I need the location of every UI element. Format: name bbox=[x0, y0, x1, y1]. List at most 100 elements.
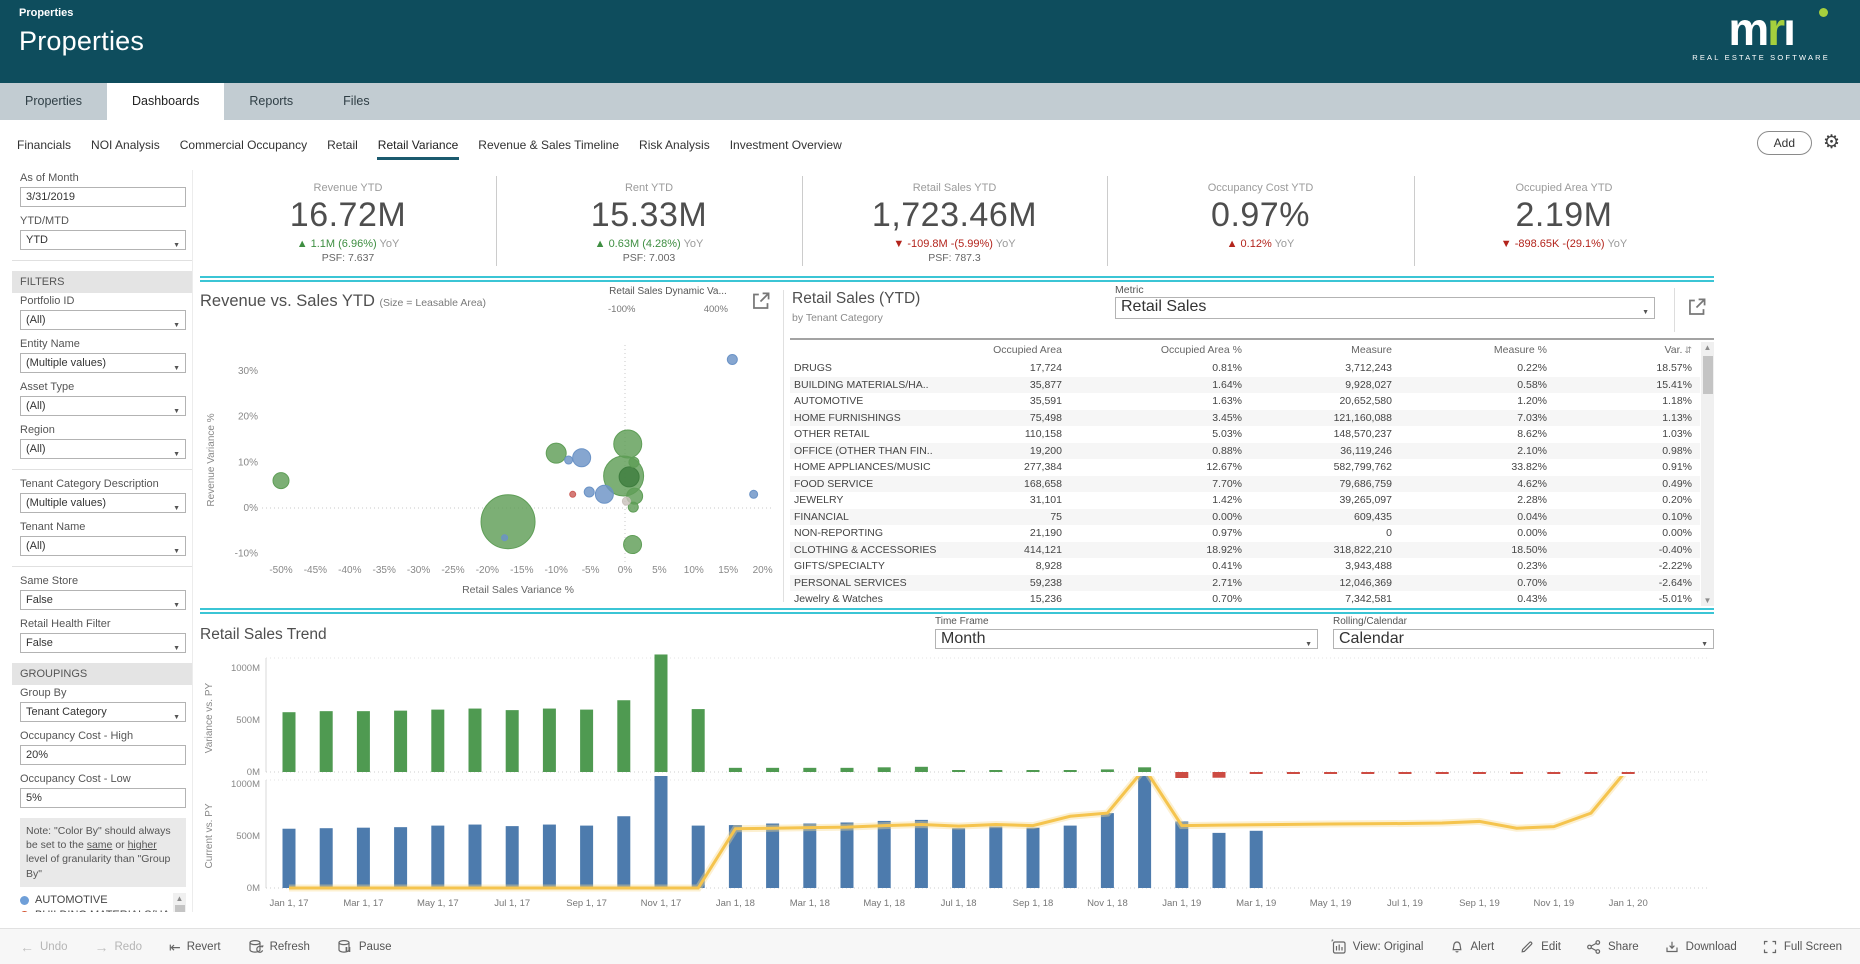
variance-bar[interactable] bbox=[692, 709, 705, 772]
scroll-up-icon[interactable]: ▲ bbox=[173, 894, 186, 903]
variance-bar[interactable] bbox=[1361, 772, 1374, 774]
variance-bar[interactable] bbox=[543, 709, 556, 772]
toolbar-redo-button[interactable]: →Redo bbox=[95, 940, 143, 954]
grouping-input-occupancy-cost-low[interactable] bbox=[20, 788, 186, 808]
variance-bar[interactable] bbox=[617, 700, 630, 772]
table-row-home-appliances-music[interactable]: HOME APPLIANCES/MUSIC277,38412.67%582,79… bbox=[790, 459, 1700, 476]
current-bar[interactable] bbox=[469, 825, 482, 888]
current-bar[interactable] bbox=[1213, 833, 1226, 888]
variance-bar[interactable] bbox=[1399, 772, 1412, 774]
rolling-calendar-select[interactable]: Calendar▼ bbox=[1333, 629, 1714, 649]
variance-bar[interactable] bbox=[655, 654, 668, 772]
variance-bar[interactable] bbox=[1324, 772, 1337, 774]
variance-bar[interactable] bbox=[1622, 772, 1635, 774]
variance-bar[interactable] bbox=[1101, 769, 1114, 772]
subtab-noi-analysis[interactable]: NOI Analysis bbox=[90, 129, 161, 160]
table-row-food-service[interactable]: FOOD SERVICE168,6587.70%79,686,7594.62%0… bbox=[790, 476, 1700, 493]
variance-bar[interactable] bbox=[1473, 772, 1486, 774]
export-icon[interactable] bbox=[748, 288, 774, 314]
current-bar[interactable] bbox=[617, 816, 630, 888]
table-row-automotive[interactable]: AUTOMOTIVE35,5911.63%20,652,5801.20%1.18… bbox=[790, 393, 1700, 410]
variance-bar[interactable] bbox=[1027, 770, 1040, 772]
subtab-retail[interactable]: Retail bbox=[326, 129, 359, 160]
tab-reports[interactable]: Reports bbox=[224, 83, 318, 120]
table-row-clothing-accessories[interactable]: CLOTHING & ACCESSORIES414,12118.92%318,8… bbox=[790, 542, 1700, 559]
current-bar[interactable] bbox=[1064, 826, 1077, 888]
current-bar[interactable] bbox=[1138, 776, 1151, 888]
current-bar[interactable] bbox=[1101, 813, 1114, 888]
table-row-other-retail[interactable]: OTHER RETAIL110,1585.03%148,570,2378.62%… bbox=[790, 426, 1700, 443]
table-row-drugs[interactable]: DRUGS17,7240.81%3,712,2430.22%18.57% bbox=[790, 360, 1700, 377]
variance-bar[interactable] bbox=[1510, 772, 1523, 774]
variance-bar[interactable] bbox=[1138, 767, 1151, 772]
scrollbar-thumb[interactable] bbox=[175, 905, 185, 912]
scrollbar-thumb[interactable] bbox=[1703, 356, 1713, 394]
grouping-select-group-by[interactable]: Tenant Category▼ bbox=[20, 702, 186, 722]
scroll-up-icon[interactable]: ▲ bbox=[1701, 343, 1714, 352]
variance-bar[interactable] bbox=[320, 711, 333, 772]
scatter-bubble[interactable] bbox=[624, 536, 642, 554]
scatter-bubble[interactable] bbox=[595, 485, 613, 503]
scroll-down-icon[interactable]: ▼ bbox=[1701, 596, 1714, 605]
variance-bar[interactable] bbox=[580, 710, 593, 772]
toolbar-full-screen-button[interactable]: Full Screen bbox=[1762, 939, 1842, 955]
variance-bar[interactable] bbox=[989, 770, 1002, 772]
scatter-bubble[interactable] bbox=[619, 467, 639, 487]
variance-bar[interactable] bbox=[506, 710, 519, 772]
table-row-jewelry-watches[interactable]: Jewelry & Watches15,2360.70%7,342,5810.4… bbox=[790, 591, 1700, 608]
variance-bar[interactable] bbox=[469, 709, 482, 772]
column-header-occupied-area[interactable]: Occupied Area bbox=[958, 342, 1070, 360]
toolbar-refresh-button[interactable]: Refresh bbox=[248, 939, 310, 955]
current-bar[interactable] bbox=[952, 828, 965, 888]
as-of-month-input[interactable] bbox=[20, 187, 186, 207]
scatter-bubble[interactable] bbox=[546, 443, 566, 463]
table-row-gifts-specialty[interactable]: GIFTS/SPECIALTY8,9280.41%3,943,4880.23%-… bbox=[790, 558, 1700, 575]
current-bar[interactable] bbox=[506, 826, 519, 888]
variance-bar[interactable] bbox=[1547, 772, 1560, 774]
variance-bar[interactable] bbox=[878, 767, 891, 772]
variance-bar[interactable] bbox=[1064, 770, 1077, 772]
subtab-retail-variance[interactable]: Retail Variance bbox=[377, 129, 459, 160]
variance-bar[interactable] bbox=[952, 770, 965, 772]
current-bar[interactable] bbox=[580, 826, 593, 888]
variance-bar[interactable] bbox=[766, 768, 779, 772]
variance-bar[interactable] bbox=[1585, 772, 1598, 774]
grouping-input-occupancy-cost-high[interactable] bbox=[20, 745, 186, 765]
sort-icon[interactable]: ⇵ bbox=[1684, 345, 1692, 355]
current-bar[interactable] bbox=[841, 822, 854, 888]
filter-select-region[interactable]: (All)▼ bbox=[20, 439, 186, 459]
scatter-bubble[interactable] bbox=[502, 535, 508, 541]
tab-properties[interactable]: Properties bbox=[0, 83, 107, 120]
current-bar[interactable] bbox=[655, 776, 668, 888]
table-row-office-other-than-fin[interactable]: OFFICE (OTHER THAN FIN..19,2000.88%36,11… bbox=[790, 443, 1700, 460]
variance-bar[interactable] bbox=[1250, 772, 1263, 774]
table-row-financial[interactable]: FINANCIAL750.00%609,4350.04%0.10% bbox=[790, 509, 1700, 526]
variance-bar[interactable] bbox=[394, 711, 407, 772]
current-bar[interactable] bbox=[878, 821, 891, 888]
current-bar[interactable] bbox=[989, 827, 1002, 888]
scatter-bubble[interactable] bbox=[273, 473, 289, 489]
table-row-personal-services[interactable]: PERSONAL SERVICES59,2382.71%12,046,3690.… bbox=[790, 575, 1700, 592]
current-bar[interactable] bbox=[320, 828, 333, 888]
filter-select-asset-type[interactable]: (All)▼ bbox=[20, 396, 186, 416]
filter-select-portfolio-id[interactable]: (All)▼ bbox=[20, 310, 186, 330]
subtab-commercial-occupancy[interactable]: Commercial Occupancy bbox=[179, 129, 308, 160]
column-header-measure[interactable]: Measure % bbox=[1400, 342, 1555, 360]
current-bar[interactable] bbox=[1175, 821, 1188, 888]
filter-select-same-store[interactable]: False▼ bbox=[20, 590, 186, 610]
add-button[interactable]: Add bbox=[1757, 131, 1812, 155]
current-bar[interactable] bbox=[1027, 828, 1040, 888]
tab-files[interactable]: Files bbox=[318, 83, 394, 120]
current-bar[interactable] bbox=[357, 828, 370, 888]
scatter-bubble[interactable] bbox=[614, 430, 642, 458]
filter-select-entity-name[interactable]: (Multiple values)▼ bbox=[20, 353, 186, 373]
current-bar[interactable] bbox=[283, 829, 296, 888]
scatter-bubble[interactable] bbox=[727, 354, 737, 364]
variance-bar[interactable] bbox=[431, 710, 444, 772]
current-bar[interactable] bbox=[543, 825, 556, 888]
variance-bar[interactable] bbox=[803, 768, 816, 772]
current-bar[interactable] bbox=[803, 824, 816, 888]
variance-bar[interactable] bbox=[1287, 772, 1300, 774]
variance-bar[interactable] bbox=[729, 768, 742, 772]
current-bar[interactable] bbox=[1250, 831, 1263, 888]
